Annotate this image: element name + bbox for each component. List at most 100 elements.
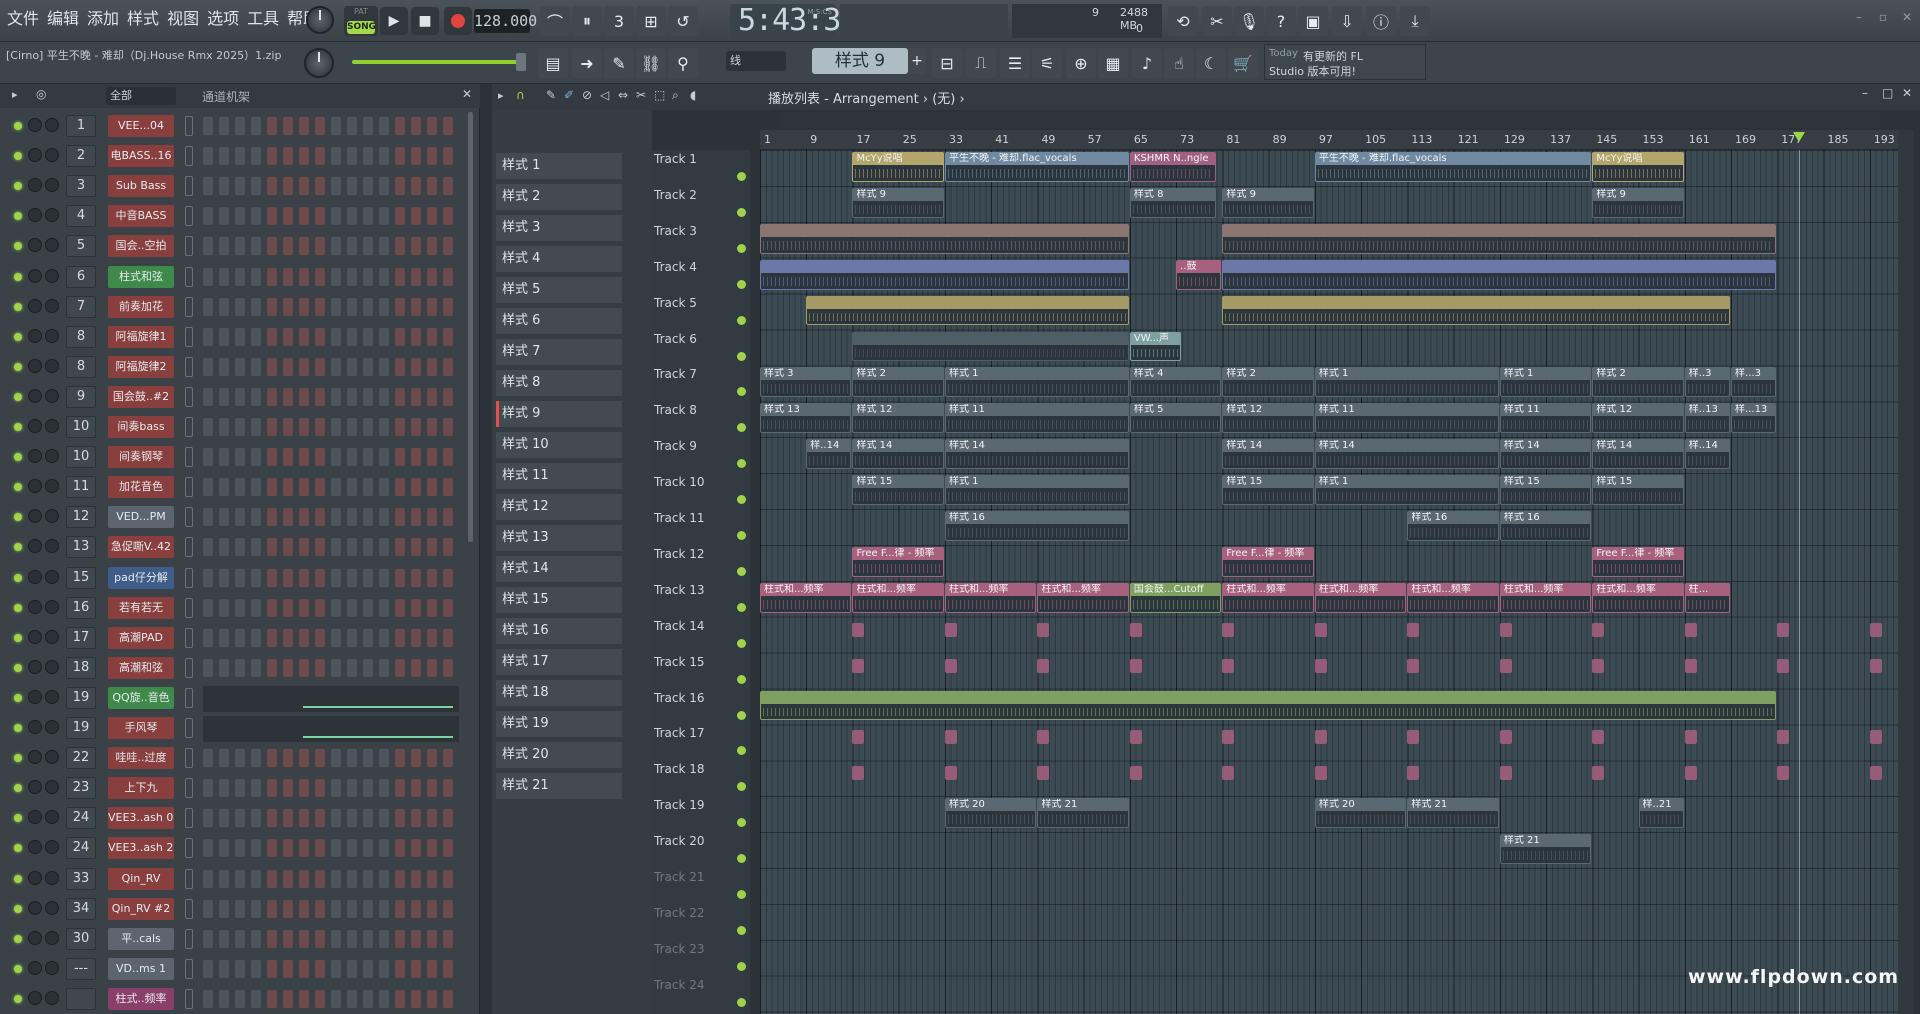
channel-rack-button[interactable]: ☰	[1000, 48, 1030, 78]
channel-select[interactable]	[185, 206, 193, 227]
step-button[interactable]	[347, 147, 357, 166]
channel-row[interactable]: 18 高潮和弦	[0, 654, 470, 684]
step-button[interactable]	[347, 749, 357, 768]
playlist-clip[interactable]: 柱式和...频率	[1314, 582, 1407, 613]
channel-mixer-track[interactable]: 8	[66, 355, 96, 378]
step-button[interactable]	[443, 839, 453, 858]
step-button[interactable]	[347, 839, 357, 858]
step-button[interactable]	[315, 147, 325, 166]
step-sequencer[interactable]	[203, 207, 459, 227]
step-button[interactable]	[235, 809, 245, 828]
step-button[interactable]	[379, 899, 389, 918]
step-button[interactable]	[219, 899, 229, 918]
playlist-clip[interactable]: 样式 12	[1592, 403, 1684, 434]
step-button[interactable]	[411, 749, 421, 768]
channel-name-button[interactable]: 中音BASS	[108, 205, 174, 228]
step-button[interactable]	[395, 779, 405, 798]
playlist-clip[interactable]	[1222, 259, 1777, 290]
channel-mute-led[interactable]	[14, 392, 22, 401]
channel-pan-knob[interactable]	[28, 509, 42, 524]
playlist-clip[interactable]: 样式 16	[1499, 511, 1592, 541]
menu-item[interactable]: 工具	[244, 8, 282, 30]
step-button[interactable]	[267, 899, 277, 918]
step-button[interactable]	[347, 959, 357, 978]
step-button[interactable]	[315, 267, 325, 286]
playlist-maximize-icon[interactable]: □	[1882, 86, 1893, 100]
step-button[interactable]	[251, 628, 261, 647]
step-button[interactable]	[283, 508, 293, 527]
step-button[interactable]	[299, 899, 309, 918]
zoom-tool-icon[interactable]: ⌕	[672, 88, 679, 103]
playlist-clip[interactable]: 样式 16	[1407, 511, 1499, 541]
channel-mute-led[interactable]	[14, 874, 22, 883]
track-mute-led[interactable]	[737, 818, 746, 828]
step-button[interactable]	[315, 628, 325, 647]
delete-tool-icon[interactable]: ⊘	[582, 88, 592, 102]
track-mute-led[interactable]	[737, 351, 746, 361]
playlist-button[interactable]: ▤	[538, 48, 568, 78]
channel-name-button[interactable]: 平..cals	[108, 927, 174, 950]
track-mute-led[interactable]	[737, 925, 746, 935]
step-button[interactable]	[347, 297, 357, 316]
channel-select[interactable]	[185, 778, 193, 799]
channel-mute-led[interactable]	[14, 663, 22, 672]
step-button[interactable]	[267, 327, 277, 346]
channel-pan-knob[interactable]	[28, 960, 42, 975]
channel-select[interactable]	[185, 838, 193, 859]
step-button[interactable]	[267, 658, 277, 677]
step-button[interactable]	[379, 478, 389, 497]
track-label[interactable]: Track 2	[654, 188, 744, 202]
step-button[interactable]	[363, 267, 373, 286]
channel-select[interactable]	[185, 266, 193, 287]
playlist-clip[interactable]: 样式 14	[944, 439, 1129, 470]
step-button[interactable]	[363, 899, 373, 918]
step-button[interactable]	[331, 568, 341, 587]
channel-volume-knob[interactable]	[45, 810, 59, 825]
automation-marker[interactable]	[1592, 766, 1605, 781]
channel-row[interactable]: 24 VEE3..ash 01	[0, 804, 470, 834]
step-button[interactable]	[299, 869, 309, 888]
step-button[interactable]	[379, 327, 389, 346]
track-label[interactable]: Track 21	[654, 870, 744, 884]
channel-name-button[interactable]: 若有若无	[108, 596, 174, 619]
playlist-clip[interactable]: 样式 15	[852, 475, 944, 505]
playlist-clip[interactable]: 柱式和...频率	[1222, 582, 1314, 613]
step-button[interactable]	[251, 598, 261, 617]
step-button[interactable]	[395, 628, 405, 647]
playlist-clip[interactable]: Free F...律 - 频率	[852, 546, 944, 577]
channel-pan-knob[interactable]	[28, 930, 42, 945]
track-mute-led[interactable]	[737, 961, 746, 971]
step-button[interactable]	[283, 779, 293, 798]
channel-name-button[interactable]: VEE3..ash 26	[108, 837, 174, 860]
channel-name-button[interactable]: 间奏钢琴	[108, 446, 174, 469]
channel-pan-knob[interactable]	[28, 659, 42, 674]
step-button[interactable]	[347, 508, 357, 527]
step-button[interactable]	[363, 628, 373, 647]
playlist-clip[interactable]: 样式 21	[1407, 798, 1499, 829]
timeline-ruler[interactable]: 1 9 17 25 33 41 49 57 65 73 81 89 97 105 113 121 129 137 1…	[760, 130, 1900, 150]
pattern-item[interactable]: 样式 8	[496, 370, 622, 396]
step-button[interactable]	[219, 749, 229, 768]
track-mute-led[interactable]	[737, 638, 746, 648]
channel-mixer-track[interactable]: 3	[66, 175, 96, 198]
channel-pan-knob[interactable]	[28, 118, 42, 132]
channel-mixer-track[interactable]: 8	[66, 325, 96, 348]
channel-rack-scrollbar[interactable]	[468, 112, 473, 542]
step-button[interactable]	[379, 147, 389, 166]
channel-row[interactable]: 10 间奏钢琴	[0, 443, 470, 473]
cut-button[interactable]: ✂	[1202, 6, 1232, 36]
step-sequencer[interactable]	[203, 628, 459, 649]
step-button[interactable]	[219, 117, 229, 135]
playlist-clip[interactable]: 样式 14	[1499, 439, 1592, 470]
step-button[interactable]	[219, 508, 229, 527]
step-sequencer[interactable]	[203, 418, 459, 438]
step-button[interactable]	[235, 177, 245, 196]
channel-row[interactable]: 19 QQ旋..音色	[0, 684, 470, 714]
automation-marker[interactable]	[1499, 766, 1512, 781]
channel-volume-knob[interactable]	[45, 419, 59, 433]
step-button[interactable]	[379, 357, 389, 376]
step-button[interactable]	[315, 448, 325, 467]
step-button[interactable]	[267, 478, 277, 497]
playlist-clip[interactable]: 柱式和...频率	[852, 582, 944, 613]
channel-row[interactable]: 3 Sub Bass	[0, 172, 470, 202]
